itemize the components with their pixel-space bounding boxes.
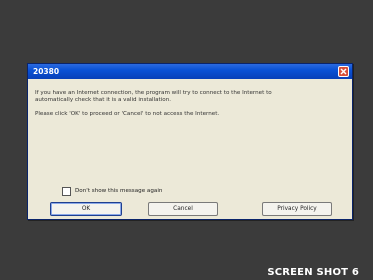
- dont-show-again-checkbox[interactable]: [62, 187, 71, 196]
- message-line-1: If you have an Internet connection, the …: [35, 90, 272, 96]
- screenshot-caption: SCREEN SHOT 6: [267, 267, 359, 278]
- internet-check-dialog: 20380 If you have an Internet connection…: [27, 63, 353, 220]
- close-button[interactable]: [338, 66, 349, 77]
- close-icon: [340, 68, 347, 75]
- dont-show-again-label[interactable]: Don't show this message again: [75, 187, 162, 196]
- privacy-policy-button[interactable]: Privacy Policy: [262, 202, 332, 216]
- dialog-titlebar[interactable]: 20380: [28, 64, 352, 79]
- cancel-button[interactable]: Cancel: [148, 202, 218, 216]
- message-line-2: automatically check that it is a valid i…: [35, 97, 172, 103]
- dialog-title: 20380: [33, 67, 60, 76]
- screenshot-background: 20380 If you have an Internet connection…: [0, 0, 373, 280]
- message-line-3: Please click 'OK' to proceed or 'Cancel'…: [35, 111, 220, 117]
- dialog-message: If you have an Internet connection, the …: [35, 90, 347, 118]
- ok-button[interactable]: OK: [50, 202, 122, 216]
